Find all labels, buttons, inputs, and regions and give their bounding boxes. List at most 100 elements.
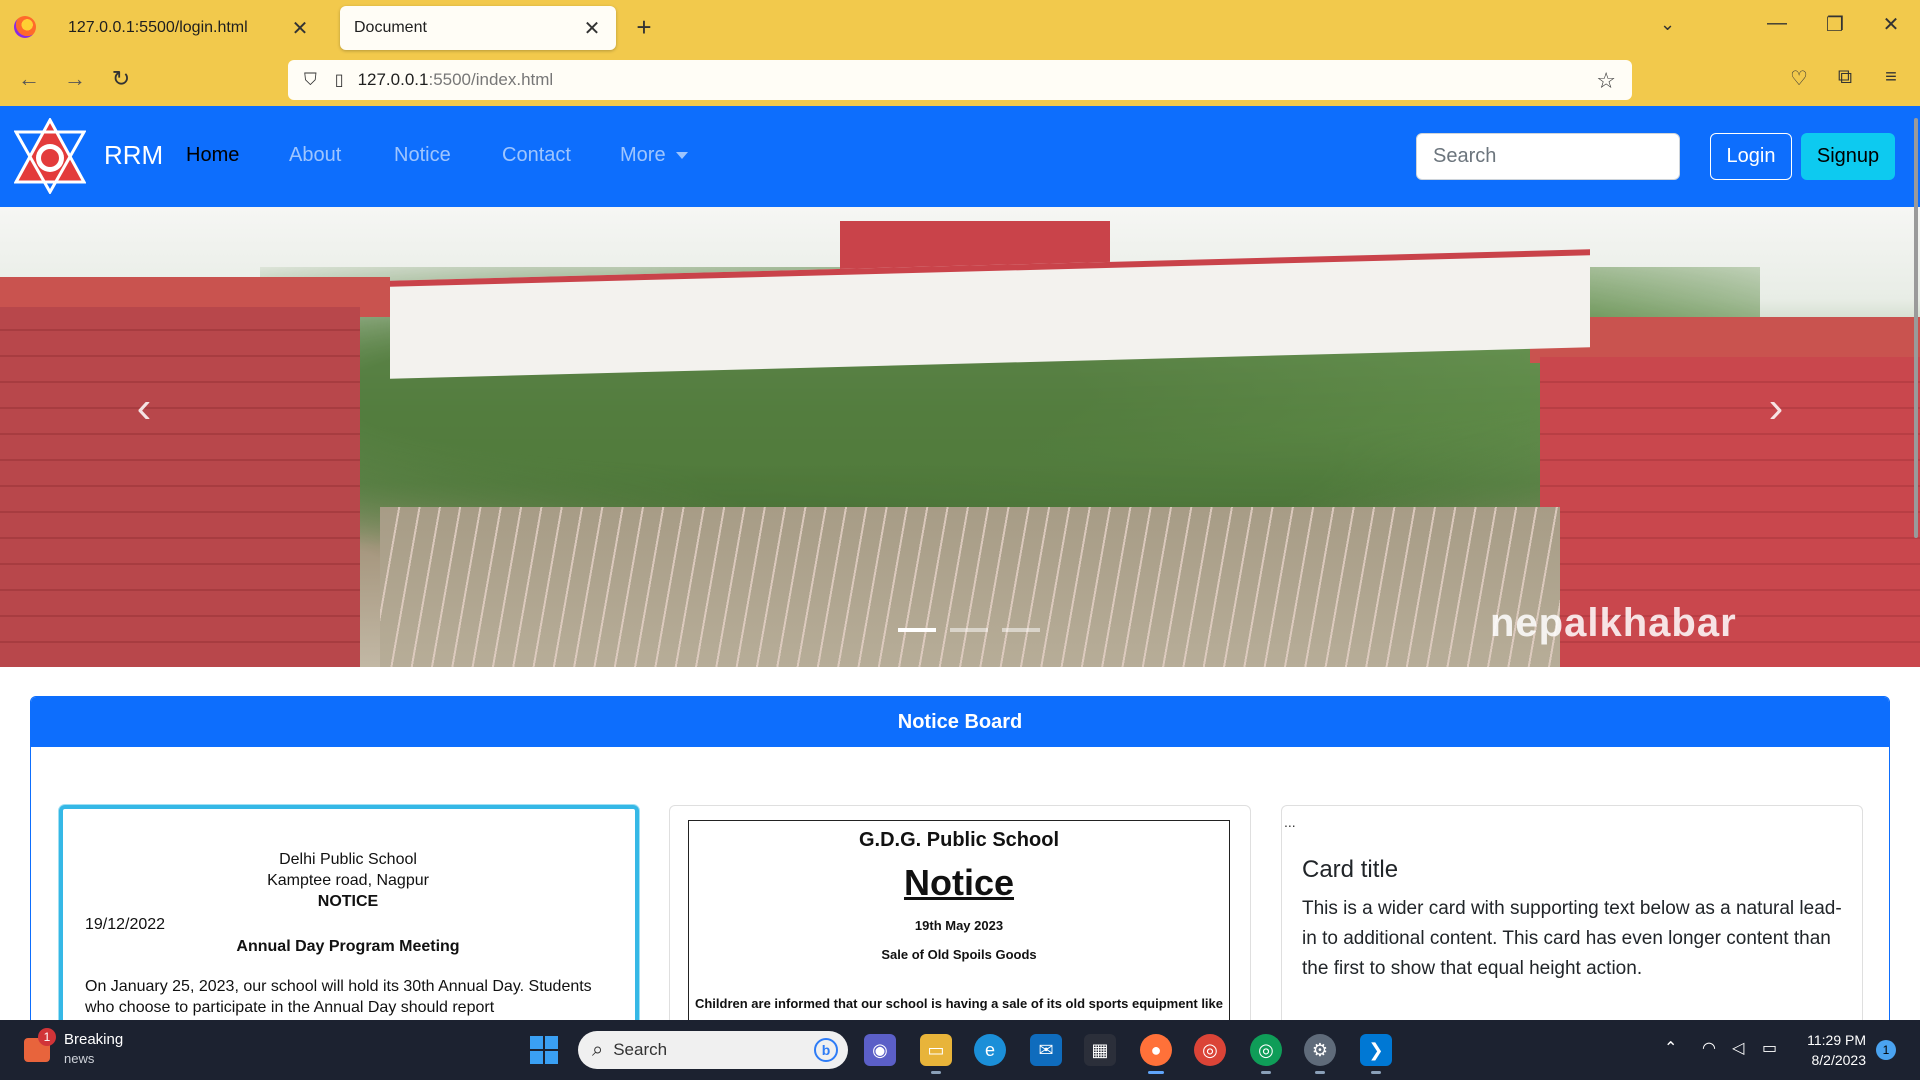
nav-home[interactable]: Home	[186, 144, 239, 167]
notice-board-title: Notice Board	[31, 697, 1889, 747]
news-badge: 1	[38, 1028, 56, 1046]
close-icon[interactable]: ✕	[582, 16, 602, 41]
campus-image-carousel[interactable]: nepalkhabar ‹ ›	[0, 207, 1920, 667]
page-scrollbar[interactable]	[1914, 118, 1918, 538]
card-text: This is a wider card with supporting tex…	[1302, 898, 1842, 979]
tab-document[interactable]: Document ✕	[340, 6, 616, 50]
notice-board: Notice Board Delhi Public School Kamptee…	[30, 696, 1890, 1020]
carousel-indicator[interactable]	[898, 628, 936, 632]
taskbar-search-placeholder: Search	[613, 1040, 668, 1059]
signup-button[interactable]: Signup	[1801, 133, 1895, 180]
notice-date: 19/12/2022	[85, 916, 166, 933]
login-button[interactable]: Login	[1710, 133, 1792, 180]
notice-body: On January 25, 2023, our school will hol…	[85, 978, 592, 1016]
reload-icon[interactable]: ↻	[106, 66, 136, 92]
carousel-indicator[interactable]	[950, 628, 988, 632]
browser-tab-bar: 127.0.0.1:5500/login.html ✕ Document ✕ +…	[0, 0, 1920, 54]
firefox-icon[interactable]: ●	[1140, 1034, 1172, 1074]
edge-browser-icon[interactable]: e	[974, 1034, 1006, 1066]
volume-icon[interactable]: ◁	[1732, 1038, 1744, 1058]
nav-contact[interactable]: Contact	[502, 144, 571, 167]
nav-more-dropdown[interactable]: More	[620, 144, 688, 167]
notice-body: Children are informed that our school is…	[694, 996, 1224, 1011]
restore-button[interactable]: ❐	[1820, 12, 1850, 37]
notice-card[interactable]: ... Card title This is a wider card with…	[1281, 805, 1863, 1020]
address-bar[interactable]: ⛉ ▯ 127.0.0.1:5500/index.html ☆	[288, 60, 1632, 100]
notice-card[interactable]: G.D.G. Public School Notice 19th May 202…	[669, 805, 1251, 1020]
url-host: 127.0.0.1	[357, 70, 429, 89]
browser-toolbar: ← → ↻ ⛉ ▯ 127.0.0.1:5500/index.html ☆ ♡ …	[0, 54, 1920, 106]
windows-taskbar: 1 Breaking news ⌕ Search b ◉ ▭ e ✉ ▦ ● ◎…	[0, 1020, 1920, 1080]
mail-icon[interactable]: ✉	[1030, 1034, 1062, 1066]
notice-heading: Notice	[903, 862, 1015, 903]
chevron-down-icon[interactable]: ⌄	[1660, 14, 1675, 35]
notice-image-gdg: G.D.G. Public School Notice 19th May 202…	[688, 820, 1230, 1020]
news-subtitle: news	[64, 1051, 95, 1066]
url-text[interactable]: 127.0.0.1:5500/index.html	[358, 70, 554, 90]
broken-image-placeholder: ...	[1284, 814, 1296, 830]
settings-gear-icon[interactable]: ⚙	[1304, 1034, 1336, 1074]
notice-school-name: G.D.G. Public School	[858, 829, 1060, 851]
site-navbar: RRM Home About Notice Contact More Login…	[0, 106, 1920, 207]
caret-down-icon	[675, 152, 688, 160]
vscode-icon[interactable]: ❯	[1360, 1034, 1392, 1074]
nav-notice[interactable]: Notice	[394, 144, 451, 167]
nav-about[interactable]: About	[289, 144, 341, 167]
search-icon: ⌕	[592, 1038, 604, 1061]
chevron-up-icon[interactable]: ⌃	[1664, 1038, 1677, 1058]
teams-chat-icon[interactable]: ◉	[864, 1034, 896, 1066]
taskbar-clock[interactable]: 11:29 PM 8/2/2023	[1800, 1030, 1866, 1070]
firefox-logo-icon	[14, 16, 36, 38]
taskbar-search[interactable]: ⌕ Search b	[578, 1031, 848, 1069]
battery-icon[interactable]: ▭	[1762, 1038, 1777, 1058]
windows-start-icon[interactable]	[530, 1036, 558, 1064]
carousel-watermark: nepalkhabar	[1490, 601, 1737, 645]
back-arrow-icon[interactable]: ←	[14, 66, 44, 92]
news-widget[interactable]: Breaking news	[64, 1030, 123, 1068]
shield-icon[interactable]: ⛉	[304, 70, 317, 90]
clock-time: 11:29 PM	[1807, 1032, 1866, 1048]
file-explorer-icon[interactable]: ▭	[920, 1034, 952, 1074]
card-title: Card title	[1302, 856, 1399, 883]
url-path: :5500/index.html	[428, 70, 554, 89]
pocket-icon[interactable]: ♡	[1784, 66, 1814, 91]
nav-more-label: More	[620, 144, 666, 166]
chrome-icon[interactable]: ◎	[1194, 1034, 1226, 1066]
notice-address: Kamptee road, Nagpur	[267, 872, 429, 889]
tab-title: Document	[354, 19, 427, 36]
carousel-photo-gate	[380, 507, 1560, 667]
carousel-indicator[interactable]	[1002, 628, 1040, 632]
carousel-photo-pillar-left	[0, 307, 360, 667]
notice-heading: NOTICE	[317, 893, 379, 910]
notice-card[interactable]: Delhi Public School Kamptee road, Nagpur…	[59, 805, 639, 1020]
campus-emblem-logo[interactable]	[14, 118, 86, 194]
news-title: Breaking	[64, 1031, 124, 1048]
bookmark-star-icon[interactable]: ☆	[1596, 68, 1616, 94]
new-tab-button[interactable]: +	[630, 12, 658, 43]
chrome-profile-icon[interactable]: ◎	[1250, 1034, 1282, 1074]
forward-arrow-icon[interactable]: →	[60, 66, 90, 92]
page-icon[interactable]: ▯	[335, 70, 344, 90]
carousel-prev-chevron-icon[interactable]: ‹	[124, 383, 164, 433]
site-brand[interactable]: RRM	[104, 140, 163, 171]
wifi-icon[interactable]: ◠	[1702, 1038, 1716, 1058]
extensions-icon[interactable]: ⧉	[1830, 66, 1860, 89]
bing-icon[interactable]: b	[814, 1038, 838, 1062]
carousel-indicators	[898, 628, 1040, 632]
tab-title: 127.0.0.1:5500/login.html	[68, 19, 248, 36]
carousel-next-chevron-icon[interactable]: ›	[1756, 383, 1796, 433]
notice-school-name: Delhi Public School	[279, 851, 417, 868]
notice-title: Annual Day Program Meeting	[236, 938, 460, 955]
close-icon[interactable]: ✕	[290, 16, 310, 41]
tab-login[interactable]: 127.0.0.1:5500/login.html ✕	[54, 6, 324, 50]
minimize-button[interactable]: —	[1762, 12, 1792, 35]
notice-date: 19th May 2023	[914, 918, 1004, 933]
menu-icon[interactable]: ≡	[1876, 66, 1906, 89]
microsoft-store-icon[interactable]: ▦	[1084, 1034, 1116, 1066]
site-search-input[interactable]	[1416, 133, 1680, 180]
notification-count-badge[interactable]: 1	[1876, 1040, 1896, 1060]
clock-date: 8/2/2023	[1811, 1052, 1867, 1068]
notice-image-dps: Delhi Public School Kamptee road, Nagpur…	[63, 809, 635, 1018]
close-window-button[interactable]: ✕	[1876, 12, 1906, 37]
page-viewport: RRM Home About Notice Contact More Login…	[0, 106, 1920, 1020]
